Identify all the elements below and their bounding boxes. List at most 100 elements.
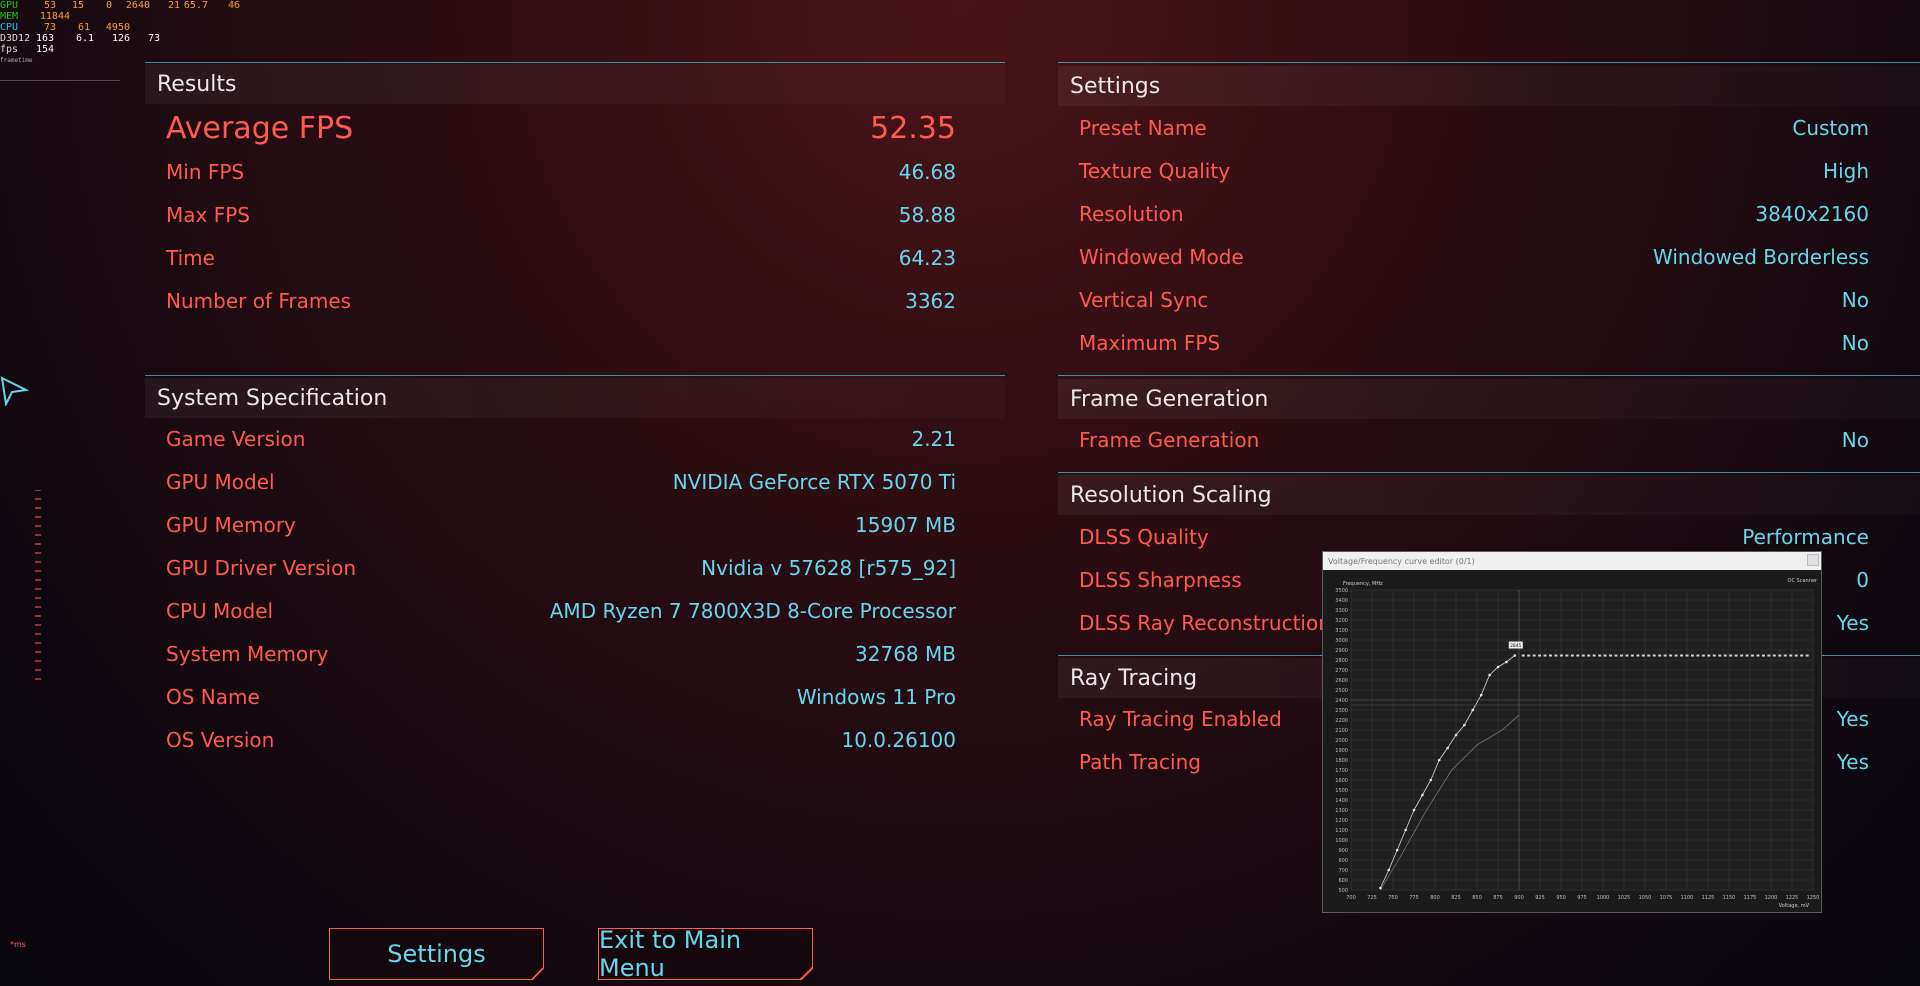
settings-label: Texture Quality: [1079, 159, 1231, 183]
vf-curve-point: [1756, 654, 1760, 657]
vf-y-tick: 1300: [1335, 808, 1348, 814]
vf-x-tick: 775: [1409, 895, 1419, 901]
vf-curve-point: [1446, 746, 1449, 750]
settings-label: Windowed Mode: [1079, 245, 1244, 269]
vf-curve-point: [1761, 654, 1765, 657]
overlay-value: 163: [35, 33, 54, 44]
system-label: CPU Model: [166, 599, 274, 623]
vf-curve-point: [1488, 673, 1491, 677]
results-value: 64.23: [898, 246, 956, 270]
settings-button[interactable]: Settings: [329, 928, 544, 980]
exit-to-main-menu-button[interactable]: Exit to Main Menu: [598, 926, 813, 982]
overlay-row-4: fps 154: [0, 44, 240, 55]
vf-editor-titlebar[interactable]: Voltage/Frequency curve editor (0/1): [1323, 552, 1821, 570]
vf-curve-point: [1751, 654, 1755, 657]
system-value: 15907 MB: [855, 513, 956, 537]
settings-label: Resolution: [1079, 202, 1184, 226]
system-row: GPU Driver Version Nvidia v 57628 [r575_9…: [166, 548, 956, 588]
vf-y-tick: 800: [1338, 858, 1348, 864]
vf-curve-point: [1712, 654, 1716, 657]
overlay-value: 126: [111, 33, 130, 44]
system-row: GPU Model NVIDIA GeForce RTX 5070 Ti: [166, 462, 956, 502]
vf-editor-title: Voltage/Frequency curve editor (0/1): [1328, 556, 1475, 566]
system-label: System Memory: [166, 642, 329, 666]
vf-x-tick: 1175: [1744, 895, 1757, 901]
overlay-value: 46: [227, 0, 240, 11]
resolution-scaling-divider: [1058, 472, 1920, 473]
vf-curve-point: [1379, 886, 1382, 890]
vf-y-tick: 700: [1338, 868, 1348, 874]
vf-curve-point: [1652, 654, 1656, 657]
overlay-value: 65.7: [183, 0, 208, 11]
vf-y-tick: 2500: [1335, 688, 1348, 694]
vf-x-tick: 1075: [1660, 895, 1673, 901]
close-icon[interactable]: [1807, 554, 1819, 566]
settings-value: 3840x2160: [1755, 202, 1869, 226]
vf-curve-point: [1723, 654, 1727, 657]
vf-y-tick: 3200: [1335, 618, 1348, 624]
overlay-label: fps: [0, 44, 19, 55]
vf-x-tick: 750: [1388, 895, 1398, 901]
settings-value: Windowed Borderless: [1653, 245, 1869, 269]
results-row: Time 64.23: [166, 238, 956, 278]
vf-curve-point: [1619, 654, 1623, 657]
vf-x-tick: 925: [1535, 895, 1545, 901]
overlay-frametime-label: frametime: [0, 57, 33, 64]
vf-curve-point: [1437, 758, 1441, 762]
vf-y-tick: 2700: [1335, 668, 1348, 674]
resolution-scaling-value: Yes: [1836, 611, 1869, 635]
vf-curve-editor-window[interactable]: Voltage/Frequency curve editor (0/1) 350…: [1322, 551, 1822, 913]
vf-y-tick: 3500: [1335, 588, 1348, 594]
vf-curve-point: [1592, 654, 1596, 657]
vf-curve-point: [1685, 654, 1689, 657]
vf-y-tick: 3400: [1335, 598, 1348, 604]
vf-y-tick: 3300: [1335, 608, 1348, 614]
vf-curve-point: [1696, 654, 1700, 657]
system-value: AMD Ryzen 7 7800X3D 8-Core Processor: [549, 599, 956, 623]
vf-oc-scanner-button[interactable]: OC Scanner: [1788, 578, 1818, 584]
vf-y-tick: 900: [1338, 848, 1348, 854]
vf-curve-point: [1421, 793, 1424, 797]
vf-curve-point: [1471, 708, 1475, 712]
results-value: 58.88: [898, 203, 956, 227]
settings-row: Windowed Mode Windowed Borderless: [1079, 237, 1869, 277]
resolution-scaling-label: DLSS Ray Reconstruction E: [1079, 611, 1350, 635]
settings-value: High: [1823, 159, 1869, 183]
overlay-value: 4950: [105, 22, 130, 33]
vf-x-tick: 725: [1367, 895, 1377, 901]
vf-x-tick: 800: [1430, 895, 1440, 901]
system-label: OS Version: [166, 728, 275, 752]
overlay-row-3: D3D12 163 6.1 126 73: [0, 33, 240, 44]
vf-curve-point: [1778, 654, 1782, 657]
vf-curve-chart[interactable]: 3500 3400 3300 3200 3100 3000 2900 2800 2700 2600…: [1323, 570, 1821, 912]
system-value: 2.21: [911, 427, 956, 451]
vf-y-tick: 3000: [1335, 638, 1348, 644]
vf-x-tick: 875: [1493, 895, 1503, 901]
results-label: Max FPS: [166, 203, 250, 227]
vf-x-tick: 850: [1472, 895, 1482, 901]
system-divider: [145, 375, 1005, 376]
average-fps-label: Average FPS: [166, 110, 354, 146]
settings-label: Vertical Sync: [1079, 288, 1209, 312]
vf-x-tick: 1200: [1765, 895, 1778, 901]
vf-curve-point: [1805, 654, 1809, 657]
vf-curve-point: [1387, 868, 1391, 872]
frame-generation-row: Frame Generation No: [1079, 420, 1869, 460]
vf-curve-point: [1745, 654, 1749, 657]
resolution-scaling-value: 0: [1856, 568, 1869, 592]
system-value: 32768 MB: [855, 642, 956, 666]
system-value: Nvidia v 57628 [r575_92]: [701, 556, 956, 580]
vf-curve-point: [1598, 654, 1602, 657]
vf-y-tick: 1800: [1335, 758, 1348, 764]
vf-curve-point: [1609, 654, 1613, 657]
vf-curve-point: [1395, 848, 1399, 852]
vf-curve-point: [1559, 654, 1563, 657]
vf-x-tick: 1150: [1723, 895, 1736, 901]
vf-x-tick: 1125: [1702, 895, 1715, 901]
vf-y-tick: 2800: [1335, 658, 1348, 664]
vf-curve-point: [1496, 665, 1500, 669]
ray-tracing-value: Yes: [1836, 750, 1869, 774]
vf-curve-point: [1658, 654, 1662, 657]
vf-curve-point: [1680, 654, 1684, 657]
vf-curve-point: [1527, 654, 1531, 657]
